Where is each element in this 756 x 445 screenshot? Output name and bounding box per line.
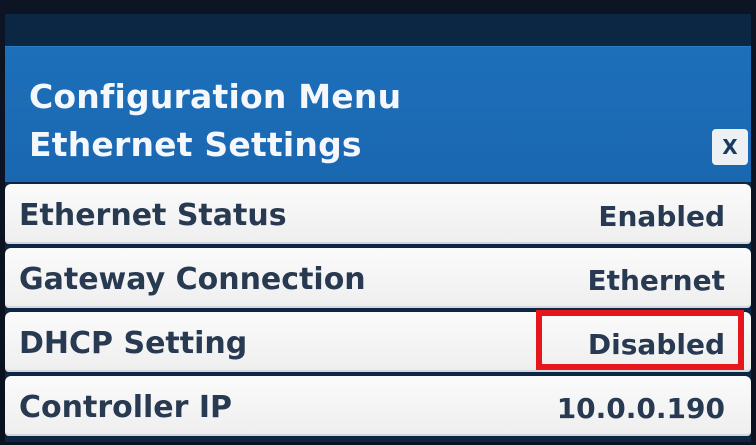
setting-label: Controller IP [19, 390, 233, 425]
setting-row-gateway-connection[interactable]: Gateway Connection Ethernet [5, 248, 751, 308]
highlight-annotation-box [536, 310, 744, 370]
close-button[interactable]: X [712, 129, 748, 165]
setting-label: Ethernet Status [19, 198, 287, 233]
submenu-title: Ethernet Settings [29, 125, 362, 164]
setting-label: Gateway Connection [19, 262, 366, 297]
menu-header: Configuration Menu Ethernet Settings X [5, 46, 751, 182]
menu-title: Configuration Menu [29, 77, 402, 116]
setting-row-ethernet-status[interactable]: Ethernet Status Enabled [5, 184, 751, 244]
display-screen: Configuration Menu Ethernet Settings X E… [5, 14, 751, 442]
setting-value: Enabled [598, 200, 725, 233]
setting-label: DHCP Setting [19, 326, 248, 361]
setting-value: 10.0.0.190 [556, 392, 725, 425]
device-frame: Configuration Menu Ethernet Settings X E… [0, 0, 756, 445]
setting-row-controller-ip[interactable]: Controller IP 10.0.0.190 [5, 376, 751, 436]
setting-value: Ethernet [587, 264, 725, 297]
